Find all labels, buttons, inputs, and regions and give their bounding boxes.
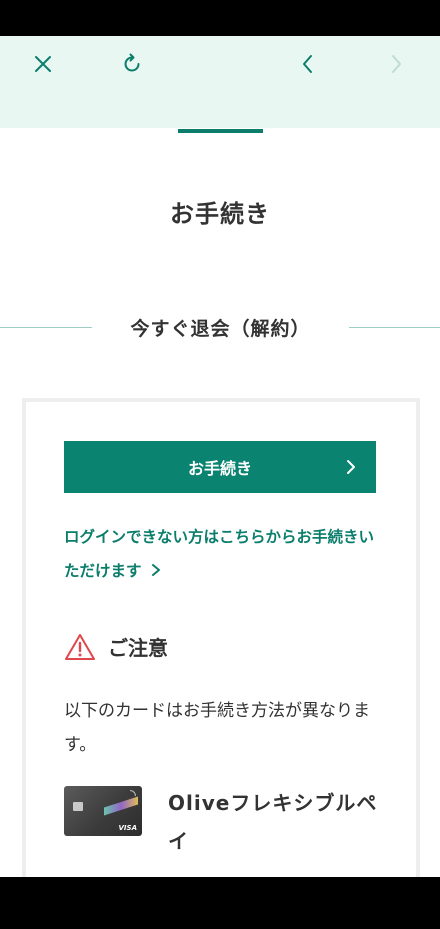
caution-description: 以下のカードはお手続き方法が異なります。	[64, 701, 370, 755]
divider	[349, 327, 440, 328]
caution-title: ご注意	[108, 636, 168, 660]
reload-icon	[124, 53, 140, 72]
chevron-right-icon	[347, 460, 355, 474]
login-help-link-text: ログインできない方はこちらからお手続きいただけます	[64, 528, 375, 580]
section-heading-text: 今すぐ退会（解約）	[130, 318, 311, 340]
reload-button[interactable]	[112, 44, 152, 84]
card-brand: VISA	[118, 824, 137, 832]
chevron-left-icon	[303, 55, 312, 73]
close-icon	[35, 56, 51, 72]
section-heading: 今すぐ退会（解約）	[0, 312, 440, 344]
chip-icon	[73, 802, 83, 811]
tab-indicator	[178, 129, 263, 133]
card-item: VISA Oliveフレキシブルペイ	[64, 784, 382, 864]
chevron-right-icon	[151, 564, 160, 576]
warning-icon	[65, 634, 95, 660]
card-name: Oliveフレキシブルペイ	[168, 791, 378, 853]
card-stripe	[104, 796, 138, 816]
divider	[0, 327, 92, 328]
navigation-bar	[0, 877, 440, 929]
chevron-right-icon	[392, 55, 401, 73]
forward-button[interactable]	[376, 44, 416, 84]
contactless-icon	[130, 790, 136, 796]
page-title: お手続き	[170, 200, 270, 228]
procedure-panel: お手続き ログインできない方はこちらからお手続きいただけます ご注意 以下のカー…	[22, 398, 420, 877]
card-image: VISA	[64, 786, 142, 836]
close-button[interactable]	[23, 44, 63, 84]
status-bar	[0, 0, 440, 36]
login-help-link[interactable]: ログインできない方はこちらからお手続きいただけます	[64, 520, 382, 588]
procedure-button[interactable]: お手続き	[64, 441, 376, 493]
procedure-button-label: お手続き	[187, 459, 252, 478]
webview: お手続き 今すぐ退会（解約） お手続き ログインできない方はこちらからお手続きい…	[0, 36, 440, 877]
back-button[interactable]	[288, 44, 328, 84]
browser-toolbar	[0, 36, 440, 128]
